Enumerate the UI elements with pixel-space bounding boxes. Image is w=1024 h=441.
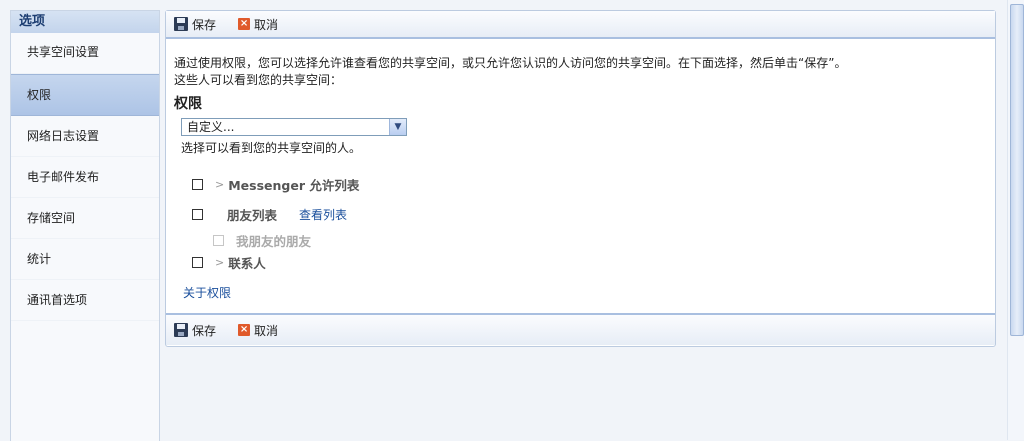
cancel-button[interactable]: × 取消 [238, 322, 278, 339]
sidebar-item-communication-preferences[interactable]: 通讯首选项 [11, 280, 159, 321]
cancel-button[interactable]: × 取消 [238, 16, 278, 33]
friends-checkbox[interactable] [192, 209, 203, 220]
options-sidebar: 选项 共享空间设置 权限 网络日志设置 电子邮件发布 存储空间 统计 通讯首选项 [10, 10, 160, 441]
cancel-label: 取消 [254, 17, 279, 32]
about-permissions-link[interactable]: 关于权限 [183, 284, 231, 301]
view-list-link[interactable]: 查看列表 [299, 206, 347, 223]
sidebar-title: 选项 [11, 11, 159, 33]
cancel-icon: × [238, 324, 251, 336]
select-value: 自定义... [187, 120, 235, 134]
friends-option: 朋友列表 查看列表 [192, 205, 347, 224]
scrollbar-thumb[interactable] [1010, 4, 1024, 336]
messenger-label: Messenger 允许列表 [228, 178, 360, 193]
description-line-1: 通过使用权限，您可以选择允许谁查看您的共享空间，或只允许您认识的人访问您的共享空… [174, 56, 847, 70]
permission-select[interactable]: 自定义... ▼ [181, 118, 407, 136]
bottom-toolbar: 保存 × 取消 [166, 313, 995, 345]
friends-of-friends-checkbox[interactable] [213, 235, 224, 246]
contacts-checkbox[interactable] [192, 257, 203, 268]
top-toolbar: 保存 × 取消 [166, 11, 995, 39]
chevron-right-icon[interactable]: > [215, 178, 224, 191]
sidebar-item-storage[interactable]: 存储空间 [11, 198, 159, 239]
sidebar-item-statistics[interactable]: 统计 [11, 239, 159, 280]
cancel-icon: × [238, 18, 251, 30]
section-title: 权限 [174, 96, 202, 112]
save-button[interactable]: 保存 [174, 16, 216, 33]
select-hint: 选择可以看到您的共享空间的人。 [181, 141, 362, 155]
chevron-down-icon[interactable]: ▼ [389, 119, 406, 135]
friends-of-friends-option: 我朋友的朋友 [213, 231, 311, 250]
sidebar-item-space-settings[interactable]: 共享空间设置 [11, 33, 159, 74]
sidebar-item-email-publishing[interactable]: 电子邮件发布 [11, 157, 159, 198]
sidebar-item-blog-settings[interactable]: 网络日志设置 [11, 116, 159, 157]
save-button[interactable]: 保存 [174, 322, 216, 339]
contacts-option: > 联系人 [192, 253, 266, 272]
cancel-label: 取消 [254, 323, 279, 338]
save-label: 保存 [192, 323, 217, 338]
vertical-scrollbar[interactable] [1007, 0, 1024, 440]
save-label: 保存 [192, 17, 217, 32]
sidebar-item-permissions[interactable]: 权限 [11, 74, 159, 116]
chevron-right-icon[interactable]: > [215, 256, 224, 269]
description-line-2: 这些人可以看到您的共享空间： [174, 73, 343, 87]
friends-of-friends-label: 我朋友的朋友 [236, 234, 312, 249]
friends-label: 朋友列表 [227, 208, 278, 223]
save-icon [174, 17, 188, 31]
permissions-panel: 保存 × 取消 通过使用权限，您可以选择允许谁查看您的共享空间，或只允许您认识的… [165, 10, 996, 347]
contacts-label: 联系人 [228, 256, 266, 271]
save-icon [174, 323, 188, 337]
permissions-content: 通过使用权限，您可以选择允许谁查看您的共享空间，或只允许您认识的人访问您的共享空… [174, 55, 984, 156]
messenger-checkbox[interactable] [192, 179, 203, 190]
messenger-option: > Messenger 允许列表 [192, 175, 359, 194]
